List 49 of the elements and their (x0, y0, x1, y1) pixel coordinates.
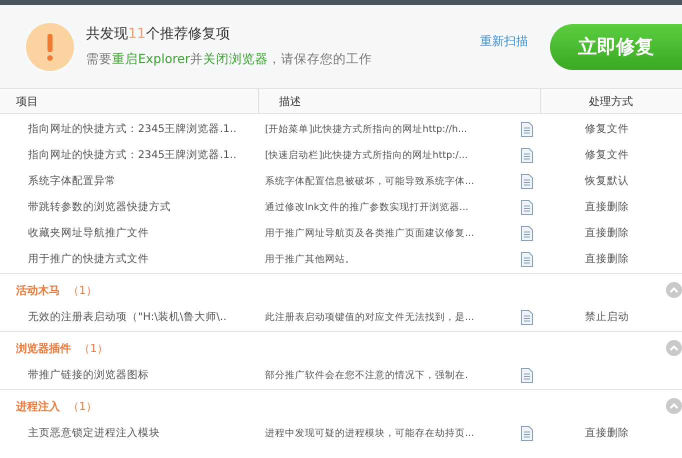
document-icon[interactable] (521, 426, 533, 440)
column-header[interactable]: 处理方式 (541, 89, 682, 113)
item-description: [快速启动栏]此快捷方式所指向的网址http:/... (265, 148, 469, 162)
group-title[interactable]: 浏览器插件 （1） (16, 340, 108, 356)
item-description: 部分推广软件会在您不注意的情况下，强制在. (265, 368, 470, 382)
collapse-icon[interactable] (666, 398, 682, 414)
action-label: 修复文件 (585, 149, 629, 161)
item-description: 用于推广其他网站。 (265, 252, 356, 266)
item-description: 进程中发现可疑的进程模块，可能存在劫持页... (265, 426, 476, 440)
document-icon[interactable] (521, 174, 533, 188)
document-icon[interactable] (521, 252, 533, 266)
item-name: 用于推广的快捷方式文件 (27, 252, 150, 266)
summary-note: 需要重启Explorer并关闭浏览器，请保存您的工作 (86, 51, 372, 68)
item-name: 指向网址的快捷方式：2345王牌浏览器.1.. (27, 122, 238, 136)
item-name: 带跳转参数的浏览器快捷方式 (27, 200, 172, 214)
column-header[interactable]: 描述 (259, 89, 541, 113)
item-description: 系统字体配置信息被破坏，可能导致系统字体... (265, 174, 476, 188)
item-name: 无效的注册表启动项（"H:\装机\鲁大师\.. (27, 310, 228, 324)
document-icon[interactable] (521, 122, 533, 136)
item-description: 通过修改lnk文件的推广参数实现打开浏览器... (265, 200, 470, 214)
action-label: 禁止启动 (585, 311, 629, 323)
item-name: 带推广链接的浏览器图标 (27, 368, 150, 382)
item-name: 系统字体配置异常 (27, 174, 117, 188)
document-icon[interactable] (521, 310, 533, 324)
column-header[interactable]: 项目 (0, 89, 259, 113)
rescan-link[interactable]: 重新扫描 (480, 33, 528, 50)
item-description: 用于推广网址导航页及各类推广页面建议修复... (265, 226, 476, 240)
item-description: [开始菜单]此快捷方式所指向的网址http://h... (265, 122, 468, 136)
fix-now-button[interactable]: 立即修复 (550, 24, 682, 70)
document-icon[interactable] (521, 200, 533, 214)
collapse-icon[interactable] (666, 340, 682, 356)
document-icon[interactable] (521, 226, 533, 240)
group-title[interactable]: 活动木马 （1） (16, 282, 97, 298)
warning-icon (26, 22, 74, 70)
action-label: 直接删除 (585, 253, 629, 265)
action-label: 恢复默认 (585, 175, 629, 187)
document-icon[interactable] (521, 368, 533, 382)
summary-title: 共发现11个推荐修复项 (86, 25, 231, 43)
action-label: 直接删除 (585, 201, 629, 213)
action-label: 直接删除 (585, 427, 629, 439)
collapse-icon[interactable] (666, 282, 682, 298)
document-icon[interactable] (521, 148, 533, 162)
item-name: 收藏夹网址导航推广文件 (27, 226, 150, 240)
action-label: 修复文件 (585, 123, 629, 135)
item-description: 此注册表启动项键值的对应文件无法找到，是... (265, 310, 476, 324)
group-title[interactable]: 进程注入 （1） (16, 398, 97, 414)
item-name: 指向网址的快捷方式：2345王牌浏览器.1.. (27, 148, 238, 162)
item-name: 主页恶意锁定进程注入模块 (27, 426, 161, 440)
action-label: 直接删除 (585, 227, 629, 239)
